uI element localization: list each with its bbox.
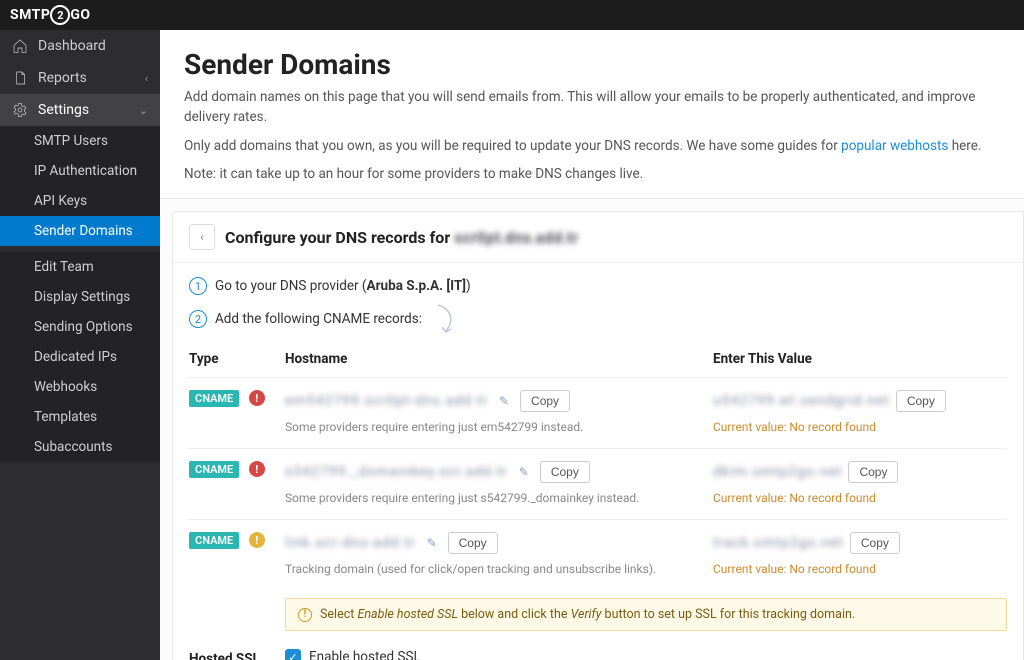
copy-hostname-button[interactable]: Copy — [448, 532, 498, 554]
enable-hosted-ssl-checkbox[interactable]: ✓ Enable hosted SSL — [285, 649, 1007, 660]
app-root: SMTP 2 GO Dashboard Reports ‹ Settings ⌄… — [0, 0, 1024, 660]
col-val-header: Enter This Value — [713, 351, 1007, 367]
panel-back-button[interactable]: ‹ — [189, 224, 215, 250]
page-desc-1: Add domain names on this page that you w… — [184, 87, 1000, 128]
pencil-icon[interactable]: ✎ — [514, 462, 534, 482]
error-status-icon: ! — [249, 390, 265, 406]
copy-value-button[interactable]: Copy — [850, 532, 900, 554]
settings-subnav-1: SMTP Users IP Authentication API Keys Se… — [0, 126, 160, 246]
hostname-note: Some providers require entering just s54… — [285, 491, 713, 505]
sub-subaccounts[interactable]: Subaccounts — [0, 432, 160, 462]
chevron-down-icon: ⌄ — [139, 104, 148, 117]
panel-title: Configure your DNS records for scr0pt.dn… — [225, 228, 578, 247]
sub-sending-options[interactable]: Sending Options — [0, 312, 160, 342]
step-2: 2 Add the following CNAME records: — [189, 303, 1007, 335]
cname-badge: CNAME — [189, 461, 239, 478]
sub-edit-team[interactable]: Edit Team — [0, 252, 160, 282]
dns-table: Type Hostname Enter This Value CNAME ! e… — [173, 343, 1023, 631]
nav-dashboard[interactable]: Dashboard — [0, 30, 160, 62]
checkbox-checked-icon: ✓ — [285, 649, 301, 660]
dns-panel: ‹ Configure your DNS records for scr0pt.… — [172, 211, 1024, 660]
hostname-masked: link.scr-dns-add.tr — [285, 535, 416, 551]
value-masked: u542799.wl.sendgrid.net — [713, 393, 890, 409]
sub-webhooks[interactable]: Webhooks — [0, 372, 160, 402]
page-desc-2: Only add domains that you own, as you wi… — [184, 136, 1000, 156]
brand-left: SMTP — [10, 7, 50, 23]
panel-header: ‹ Configure your DNS records for scr0pt.… — [173, 212, 1023, 263]
hosted-ssl-label: Hosted SSL — [189, 649, 285, 660]
value-masked: dkim.smtp2go.net — [713, 464, 842, 480]
pencil-icon[interactable]: ✎ — [494, 391, 514, 411]
current-value: Current value: No record found — [713, 420, 1007, 434]
sub-dedicated-ips[interactable]: Dedicated IPs — [0, 342, 160, 372]
settings-subnav-2: Edit Team Display Settings Sending Optio… — [0, 252, 160, 462]
dns-row: CNAME ! em542799.scr0pt-dns.add.tr ✎ Cop… — [189, 377, 1007, 448]
sub-display-settings[interactable]: Display Settings — [0, 282, 160, 312]
ssl-alert: ! Select Enable hosted SSL below and cli… — [285, 598, 1007, 631]
hostname-masked: s542799._domainkey.scr.add.tr — [285, 464, 508, 480]
copy-value-button[interactable]: Copy — [896, 390, 946, 412]
hostname-masked: em542799.scr0pt-dns.add.tr — [285, 393, 488, 409]
alert-icon: ! — [298, 608, 312, 622]
hosted-ssl-row: Hosted SSL ✓ Enable hosted SSL We automa… — [173, 645, 1023, 660]
domain-masked: scr0pt.dns.add.tr — [454, 228, 578, 247]
cname-badge: CNAME — [189, 390, 239, 407]
step-2-num: 2 — [189, 310, 207, 328]
dns-row: CNAME ! s542799._domainkey.scr.add.tr ✎ … — [189, 448, 1007, 519]
pencil-icon[interactable]: ✎ — [422, 533, 442, 553]
value-masked: track.smtp2go.net — [713, 535, 844, 551]
current-value: Current value: No record found — [713, 491, 1007, 505]
nav-dashboard-label: Dashboard — [38, 38, 106, 54]
sub-sender-domains[interactable]: Sender Domains — [0, 216, 160, 246]
gear-icon — [12, 102, 28, 118]
sidebar: Dashboard Reports ‹ Settings ⌄ SMTP User… — [0, 30, 160, 660]
dns-table-head: Type Hostname Enter This Value — [189, 343, 1007, 377]
step-1-num: 1 — [189, 277, 207, 295]
sub-api-keys[interactable]: API Keys — [0, 186, 160, 216]
nav-reports[interactable]: Reports ‹ — [0, 62, 160, 94]
copy-hostname-button[interactable]: Copy — [520, 390, 570, 412]
sub-templates[interactable]: Templates — [0, 402, 160, 432]
copy-hostname-button[interactable]: Copy — [540, 461, 590, 483]
page-desc-3: Note: it can take up to an hour for some… — [184, 164, 1000, 184]
nav-reports-label: Reports — [38, 70, 87, 86]
brand-right: GO — [70, 7, 90, 23]
document-icon — [12, 70, 28, 86]
chevron-left-icon: ‹ — [145, 72, 148, 85]
brand-mid: 2 — [50, 5, 70, 25]
brand-logo[interactable]: SMTP 2 GO — [10, 5, 91, 25]
col-type-header: Type — [189, 351, 285, 367]
hostname-note: Some providers require entering just em5… — [285, 420, 713, 434]
topbar: SMTP 2 GO — [0, 0, 1024, 30]
home-icon — [12, 38, 28, 54]
page-title: Sender Domains — [184, 48, 1000, 81]
arrow-icon — [434, 303, 460, 335]
nav-settings-label: Settings — [38, 102, 89, 118]
sub-smtp-users[interactable]: SMTP Users — [0, 126, 160, 156]
hostname-note: Tracking domain (used for click/open tra… — [285, 562, 713, 576]
cname-badge: CNAME — [189, 532, 239, 549]
current-value: Current value: No record found — [713, 562, 1007, 576]
main-content: Sender Domains Add domain names on this … — [160, 30, 1024, 660]
col-host-header: Hostname — [285, 351, 713, 367]
step-1: 1 Go to your DNS provider (Aruba S.p.A. … — [189, 277, 1007, 295]
page-header: Sender Domains Add domain names on this … — [160, 30, 1024, 199]
popular-webhosts-link[interactable]: popular webhosts — [841, 138, 948, 154]
warning-status-icon: ! — [249, 532, 265, 548]
nav-settings[interactable]: Settings ⌄ — [0, 94, 160, 126]
steps: 1 Go to your DNS provider (Aruba S.p.A. … — [173, 263, 1023, 335]
sub-ip-auth[interactable]: IP Authentication — [0, 156, 160, 186]
dns-row: CNAME ! link.scr-dns-add.tr ✎ Copy Track… — [189, 519, 1007, 590]
copy-value-button[interactable]: Copy — [848, 461, 898, 483]
error-status-icon: ! — [249, 461, 265, 477]
